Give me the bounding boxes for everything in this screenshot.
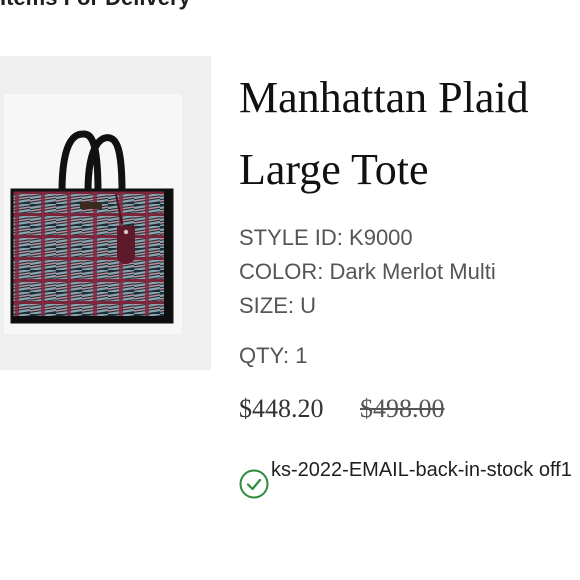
sale-price: $448.20 bbox=[239, 394, 324, 423]
section-heading: Items For Delivery bbox=[0, 0, 300, 10]
price-row: $448.20 $498.00 bbox=[239, 391, 445, 427]
check-circle-icon bbox=[239, 469, 269, 499]
product-color: COLOR: Dark Merlot Multi bbox=[239, 259, 496, 284]
promo-code-text: ks-2022-EMAIL-back-in-stock off1 bbox=[271, 459, 572, 481]
original-price: $498.00 bbox=[360, 394, 445, 423]
product-quantity: QTY: 1 bbox=[239, 343, 308, 368]
applied-promo: ks-2022-EMAIL-back-in-stock off1 bbox=[239, 456, 580, 499]
tote-bag-image bbox=[10, 130, 174, 324]
product-size: SIZE: U bbox=[239, 293, 317, 318]
product-title[interactable]: Manhattan Plaid Large Tote bbox=[239, 62, 574, 206]
product-image-panel[interactable] bbox=[0, 56, 211, 370]
product-style-id: STYLE ID: K9000 bbox=[239, 225, 413, 250]
product-image[interactable] bbox=[4, 94, 182, 334]
